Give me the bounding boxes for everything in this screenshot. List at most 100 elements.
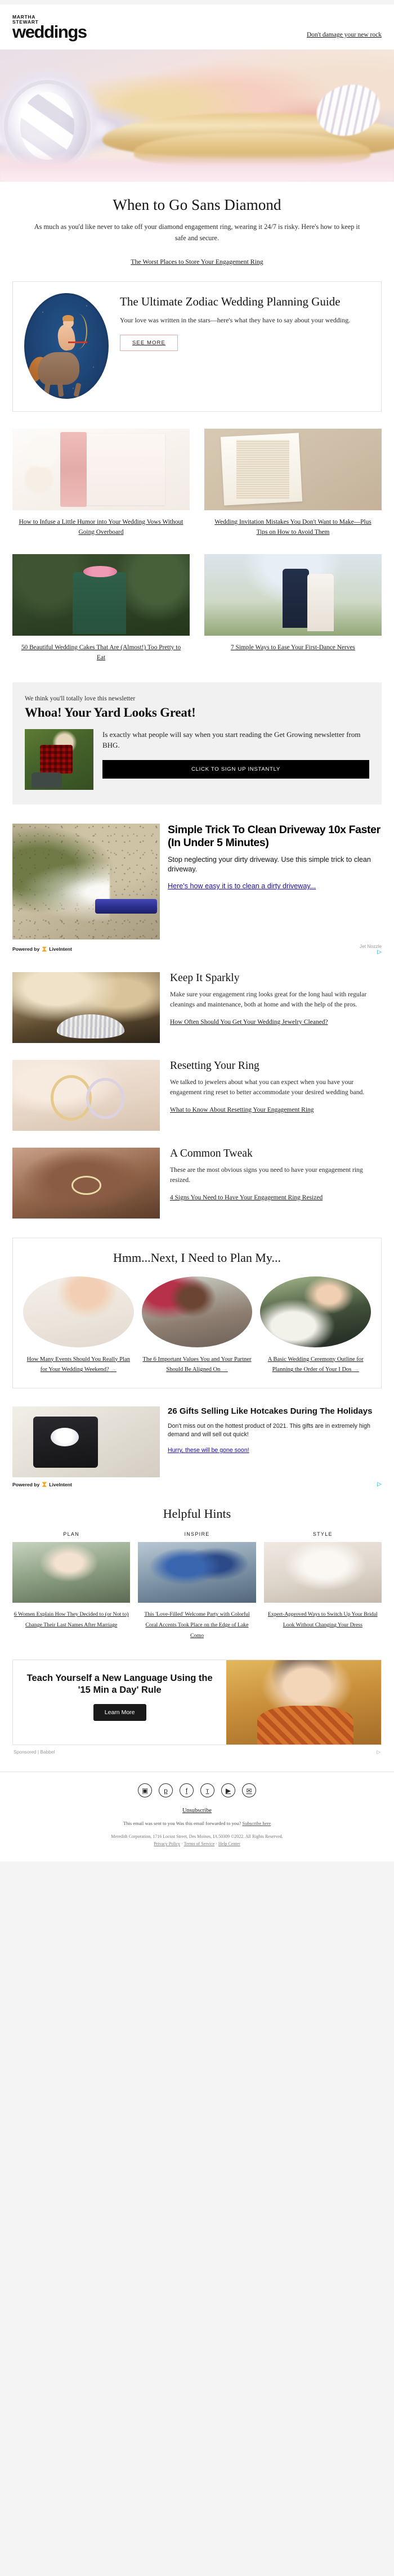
article-row-text: A Common Tweak These are the most obviou… [170, 1148, 382, 1203]
article-card[interactable]: 7 Simple Ways to Ease Your First-Dance N… [204, 554, 382, 663]
facebook-icon[interactable]: f [180, 1783, 194, 1797]
terms-of-service-link[interactable]: Terms of Service [184, 1841, 215, 1846]
gift-ad-link[interactable]: Hurry, these will be gone soon! [168, 1447, 249, 1454]
lead-section: When to Go Sans Diamond As much as you'd… [0, 182, 394, 248]
article-row-text: Keep It Sparkly Make sure your engagemen… [170, 972, 382, 1028]
article-card-link[interactable]: How to Infuse a Little Humor into Your W… [12, 510, 190, 537]
learn-more-button[interactable]: Learn More [93, 1704, 146, 1721]
plan-image-invitations [23, 1276, 134, 1347]
driveway-ad-title: Simple Trick To Clean Driveway 10x Faste… [168, 823, 380, 849]
lead-article-link[interactable]: The Worst Places to Store Your Engagemen… [131, 258, 263, 266]
hint-label: PLAN [63, 1531, 80, 1537]
plan-link[interactable]: How Many Events Should You Really Plan f… [27, 1356, 130, 1373]
hint-column-plan[interactable]: PLAN 6 Women Explain How They Decided to… [12, 1531, 131, 1640]
plan-my-section: Hmm...Next, I Need to Plan My... How Man… [12, 1237, 382, 1389]
hint-column-inspire[interactable]: INSPIRE This 'Love-Filled' Welcome Party… [138, 1531, 256, 1640]
hint-column-style[interactable]: STYLE Expert-Approved Ways to Switch Up … [263, 1531, 382, 1640]
powered-by-label: Powered by [12, 946, 40, 952]
twitter-icon[interactable]: ᴛ [200, 1783, 214, 1797]
hero-image-engagement-rings[interactable] [0, 50, 394, 182]
see-more-button[interactable]: SEE MORE [120, 335, 178, 352]
help-center-link[interactable]: Help Center [218, 1841, 240, 1846]
pinterest-icon[interactable]: р [159, 1783, 173, 1797]
footer-copyright: Meredith Corporation, 1716 Locust Street… [111, 1833, 283, 1839]
bhg-text: Is exactly what people will say when you… [102, 729, 369, 779]
thumbnail-ring-cleaning [12, 972, 160, 1043]
zodiac-promo-card[interactable]: The Ultimate Zodiac Wedding Planning Gui… [12, 281, 382, 412]
language-ad-image-woman[interactable] [226, 1660, 381, 1745]
archer-hair [62, 315, 74, 322]
powered-by-label: Powered by [12, 1481, 40, 1487]
advertiser-name: Jet Nozzle [359, 943, 382, 949]
sagittarius-illustration [24, 293, 109, 399]
instagram-icon[interactable]: ▣ [138, 1783, 152, 1797]
plan-column[interactable]: A Basic Wedding Ceremony Outline for Pla… [260, 1276, 371, 1375]
adchoices-icon[interactable]: ▷ [360, 949, 382, 955]
article-row-a-common-tweak[interactable]: A Common Tweak These are the most obviou… [0, 1131, 394, 1219]
thumbnail-wedding-vows [12, 428, 190, 510]
sponsored-label: Sponsored | Babbel [14, 1749, 55, 1755]
plan-link[interactable]: A Basic Wedding Ceremony Outline for Pla… [268, 1356, 364, 1373]
article-row-resetting-your-ring[interactable]: Resetting Your Ring We talked to jeweler… [0, 1043, 394, 1131]
subscribe-here-link[interactable]: Subscribe here [242, 1820, 271, 1826]
driveway-ad-link[interactable]: Here's how easy it is to clean a dirty d… [168, 882, 316, 890]
article-card[interactable]: 50 Beautiful Wedding Cakes That Are (Alm… [12, 554, 190, 663]
arrow-right-icon: → [110, 1366, 117, 1373]
plan-column[interactable]: The 6 Important Values You and Your Part… [141, 1276, 253, 1375]
article-card[interactable]: How to Infuse a Little Humor into Your W… [12, 428, 190, 537]
footer-sent-to: This email was sent to you [123, 1820, 175, 1826]
youtube-glyph: ▶ [225, 1786, 231, 1795]
article-row-keep-it-sparkly[interactable]: Keep It Sparkly Make sure your engagemen… [0, 955, 394, 1043]
brand-logo[interactable]: MARTHA STEWART weddings [12, 15, 87, 41]
archer-arrow [68, 341, 87, 343]
article-row-link[interactable]: What to Know About Resetting Your Engage… [170, 1107, 314, 1113]
youtube-icon[interactable]: ▶ [221, 1783, 235, 1797]
language-ad-title: Teach Yourself a New Language Using the … [26, 1673, 213, 1696]
plan-image-ceremony [260, 1276, 371, 1347]
driveway-ad-footer: Powered by LiveIntent Jet Nozzle ▷ [12, 943, 382, 955]
language-ad-row: Teach Yourself a New Language Using the … [13, 1660, 381, 1745]
liveintent-name: LiveIntent [49, 1481, 72, 1487]
page-title: When to Go Sans Diamond [113, 196, 281, 213]
driveway-sponsored-ad[interactable]: Simple Trick To Clean Driveway 10x Faste… [0, 804, 394, 955]
language-ad-footer: Sponsored | Babbel ▷ [12, 1745, 382, 1755]
plan-column[interactable]: How Many Events Should You Really Plan f… [23, 1276, 134, 1375]
unsubscribe-link[interactable]: Unsubscribe [12, 1808, 382, 1814]
hose-nozzle [95, 899, 157, 914]
article-row-link[interactable]: How Often Should You Get Your Wedding Je… [170, 1019, 328, 1026]
gift-sponsored-ad[interactable]: 26 Gifts Selling Like Hotcakes During Th… [0, 1388, 394, 1487]
article-row-title: Resetting Your Ring [170, 1059, 259, 1072]
article-card-link[interactable]: 7 Simple Ways to Ease Your First-Dance N… [204, 636, 382, 653]
plan-image-couple-phone [141, 1276, 253, 1347]
facebook-glyph: f [185, 1786, 188, 1795]
adchoices-icon[interactable]: ▷ [377, 1481, 382, 1487]
hint-link[interactable]: 6 Women Explain How They Decided to (or … [14, 1611, 129, 1628]
driveway-ad-image[interactable] [12, 823, 160, 939]
arrow-right-icon: → [353, 1366, 359, 1373]
privacy-policy-link[interactable]: Privacy Policy [154, 1841, 180, 1846]
article-card[interactable]: Wedding Invitation Mistakes You Don't Wa… [204, 428, 382, 537]
hint-link[interactable]: This 'Love-Filled' Welcome Party with Co… [144, 1611, 249, 1639]
hints-grid: PLAN 6 Women Explain How They Decided to… [12, 1531, 382, 1640]
article-card-grid-row2: 50 Beautiful Wedding Cakes That Are (Alm… [0, 554, 394, 663]
plan-link[interactable]: The 6 Important Values You and Your Part… [142, 1356, 251, 1373]
bhg-body: Is exactly what people will say when you… [102, 730, 361, 750]
hint-label: STYLE [312, 1531, 333, 1537]
gift-ad-image-ring-box[interactable] [12, 1406, 160, 1478]
masthead: MARTHA STEWART weddings Don't damage you… [0, 5, 394, 50]
footer-forwarded: Was this email forwarded to you? [176, 1820, 241, 1826]
article-card-link[interactable]: Wedding Invitation Mistakes You Don't Wa… [204, 510, 382, 537]
helpful-hints-section: Helpful Hints PLAN 6 Women Explain How T… [0, 1487, 394, 1640]
article-row-link[interactable]: 4 Signs You Need to Have Your Engagement… [170, 1194, 323, 1201]
grid-spacer [0, 537, 394, 554]
gift-ad-footer: Powered by LiveIntent ▷ [12, 1481, 382, 1487]
article-card-link[interactable]: 50 Beautiful Wedding Cakes That Are (Alm… [12, 636, 190, 663]
social-links: ▣ р f ᴛ ▶ ✉ [12, 1783, 382, 1797]
bhg-signup-button[interactable]: CLICK TO SIGN UP INSTANTLY [102, 759, 369, 779]
hint-image-last-names [12, 1542, 131, 1603]
email-icon[interactable]: ✉ [242, 1783, 256, 1797]
preheader-link[interactable]: Don't damage your new rock [307, 32, 382, 41]
language-sponsored-ad[interactable]: Teach Yourself a New Language Using the … [12, 1660, 382, 1745]
hint-link[interactable]: Expert-Approved Ways to Switch Up Your B… [268, 1611, 378, 1628]
adchoices-icon[interactable]: ▷ [377, 1749, 380, 1755]
